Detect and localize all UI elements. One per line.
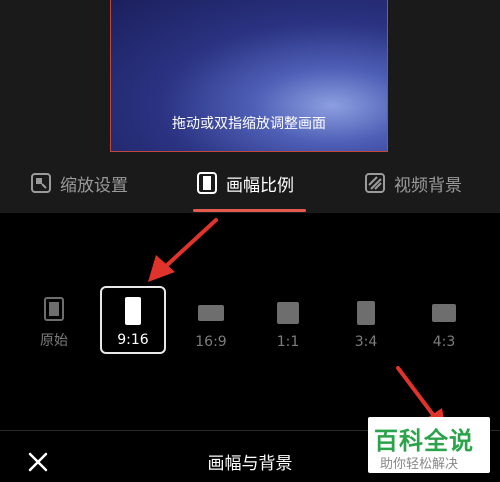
watermark-subtitle: 助你轻松解决 (380, 457, 459, 472)
watermark-logo: 百科全说 助你轻松解决 (368, 417, 490, 473)
annotation-arrow-down-left (148, 218, 218, 282)
annotation-arrows (148, 218, 446, 432)
watermark-title: 百科全说 (374, 427, 474, 455)
